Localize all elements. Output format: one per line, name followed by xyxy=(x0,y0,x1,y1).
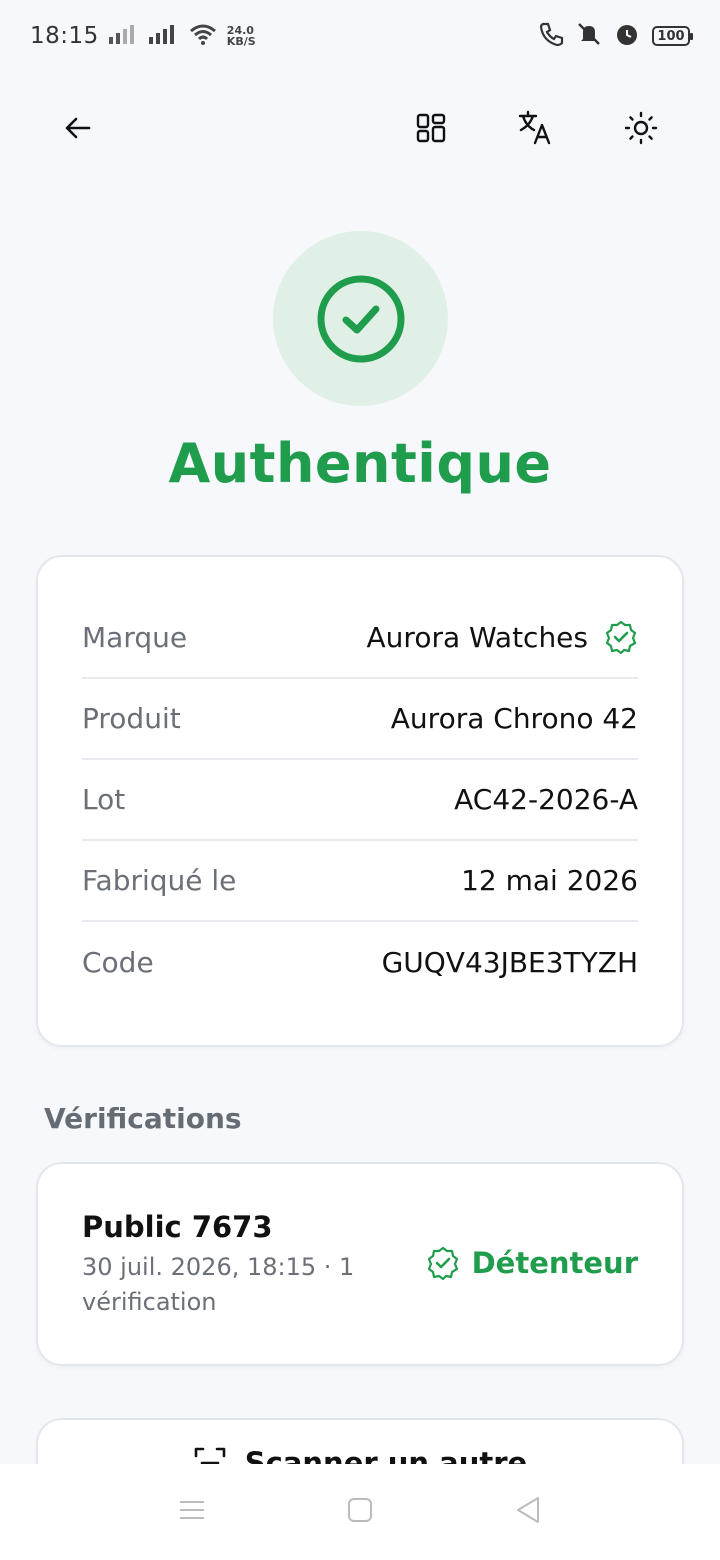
alarm-icon xyxy=(614,21,640,51)
verification-item[interactable]: Public 7673 30 juil. 2026, 18:15 · 1 vér… xyxy=(36,1162,684,1366)
battery-icon: 100 xyxy=(652,26,693,46)
system-nav-bar xyxy=(0,1464,720,1560)
signal-icon xyxy=(108,24,139,48)
back-triangle-icon xyxy=(517,1497,539,1523)
network-speed: 24.0 KB/S xyxy=(226,24,256,48)
detail-value: GUQV43JBE3TYZH xyxy=(381,946,638,979)
owner-badge: Détenteur xyxy=(426,1246,638,1280)
detail-label: Fabriqué le xyxy=(82,864,237,897)
translate-button[interactable] xyxy=(508,100,564,156)
signal-icon xyxy=(148,24,179,48)
menu-icon xyxy=(180,1501,204,1519)
owner-badge-label: Détenteur xyxy=(471,1246,638,1280)
verified-badge-icon xyxy=(605,620,637,654)
arrow-left-icon xyxy=(65,117,91,139)
grid-icon xyxy=(416,113,446,143)
detail-row-manufactured: Fabriqué le 12 mai 2026 xyxy=(82,841,638,922)
detail-row-code: Code GUQV43JBE3TYZH xyxy=(82,922,638,1003)
mute-icon xyxy=(576,21,602,51)
home-square-icon xyxy=(348,1498,372,1522)
home-nav-button[interactable] xyxy=(346,1496,374,1528)
check-circle-icon xyxy=(317,275,404,362)
status-time: 18:15 xyxy=(30,23,99,49)
back-nav-button[interactable] xyxy=(514,1495,542,1529)
detail-row-product: Produit Aurora Chrono 42 xyxy=(82,679,638,760)
detail-label: Lot xyxy=(82,783,126,816)
verification-name: Public 7673 xyxy=(82,1210,273,1244)
back-button[interactable] xyxy=(50,100,106,156)
product-details-card: Marque Aurora Watches Produit Aurora Chr… xyxy=(36,555,684,1047)
verification-meta: 30 juil. 2026, 18:15 · 1 vérification xyxy=(82,1253,355,1316)
verified-badge-icon xyxy=(427,1246,458,1280)
result-icon-container xyxy=(273,231,448,406)
detail-label: Code xyxy=(82,946,154,979)
status-bar: 18:15 24.0 KB/S 100 xyxy=(0,0,720,72)
detail-label: Marque xyxy=(82,620,188,654)
verification-info: Public 7673 30 juil. 2026, 18:15 · 1 vér… xyxy=(82,1210,382,1320)
top-toolbar xyxy=(0,100,720,156)
theme-button[interactable] xyxy=(613,100,669,156)
grid-button[interactable] xyxy=(403,100,459,156)
translate-icon xyxy=(518,110,551,145)
menu-nav-button[interactable] xyxy=(178,1498,206,1526)
detail-row-brand: Marque Aurora Watches xyxy=(82,597,638,679)
wifi-icon xyxy=(189,23,217,49)
detail-value: Aurora Watches xyxy=(367,620,638,654)
detail-value: AC42-2026-A xyxy=(454,783,638,816)
result-title: Authentique xyxy=(168,432,552,495)
detail-value: 12 mai 2026 xyxy=(461,864,638,897)
verifications-heading: Vérifications xyxy=(44,1102,242,1135)
call-icon xyxy=(538,21,564,51)
detail-row-lot: Lot AC42-2026-A xyxy=(82,760,638,841)
detail-value: Aurora Chrono 42 xyxy=(390,702,638,735)
sun-icon xyxy=(624,111,658,145)
detail-label: Produit xyxy=(82,702,181,735)
